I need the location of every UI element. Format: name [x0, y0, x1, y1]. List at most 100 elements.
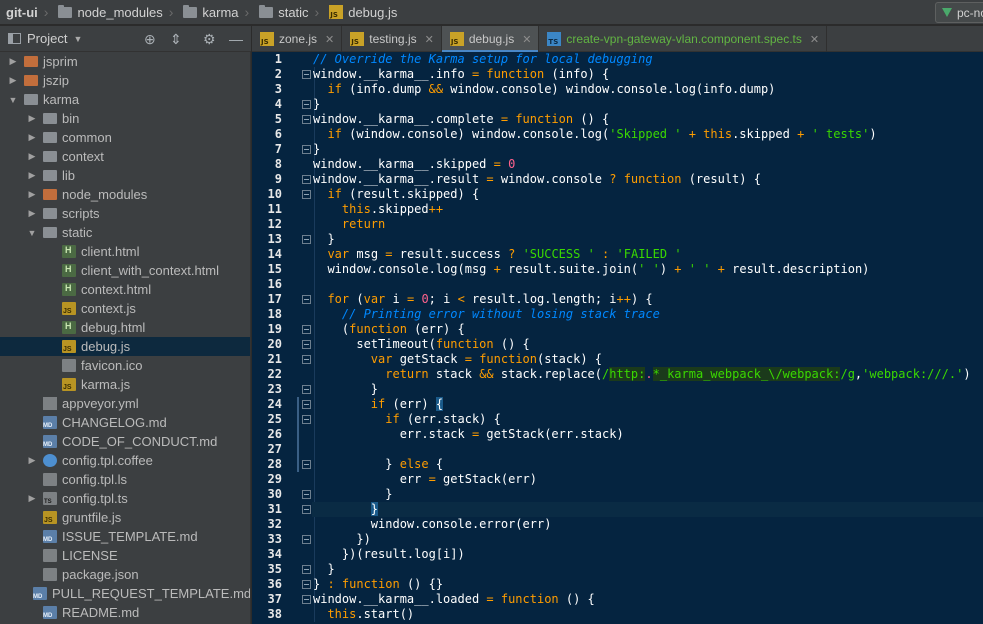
code-line[interactable]: (function (err) { [312, 322, 983, 337]
tree-item[interactable]: LICENSE [0, 546, 250, 565]
tree-item[interactable]: context.js [0, 299, 250, 318]
project-panel-title[interactable]: Project [27, 31, 67, 46]
code-line[interactable]: } : function () {} [312, 577, 983, 592]
tree-item[interactable]: ISSUE_TEMPLATE.md [0, 527, 250, 546]
fold-icon[interactable] [302, 385, 311, 394]
tree-item[interactable]: gruntfile.js [0, 508, 250, 527]
code-line[interactable]: })(result.log[i]) [312, 547, 983, 562]
fold-icon[interactable] [302, 325, 311, 334]
expand-right-icon[interactable]: ▶ [27, 132, 37, 143]
code-editor[interactable]: 1 2 3 4 5 6 7 8 9 10 11 12 13 14 15 16 17 18 19 20 21 22 23 24 2… [252, 52, 983, 624]
tree-item[interactable]: CODE_OF_CONDUCT.md [0, 432, 250, 451]
fold-icon[interactable] [302, 460, 311, 469]
tree-item[interactable]: ▶ lib [0, 166, 250, 185]
tree-item[interactable]: client.html [0, 242, 250, 261]
close-icon[interactable]: ✕ [425, 33, 434, 46]
code-line[interactable]: setTimeout(function () { [312, 337, 983, 352]
code-line[interactable]: } else { [312, 457, 983, 472]
fold-icon[interactable] [302, 190, 311, 199]
fold-icon[interactable] [302, 70, 311, 79]
code-line[interactable]: } [312, 232, 983, 247]
code-line[interactable]: // Override the Karma setup for local de… [312, 52, 983, 67]
code-line[interactable]: for (var i = 0; i < result.log.length; i… [312, 292, 983, 307]
code-line[interactable] [312, 442, 983, 457]
code-line[interactable]: window.console.log(msg + result.suite.jo… [312, 262, 983, 277]
close-icon[interactable]: ✕ [810, 33, 819, 46]
fold-icon[interactable] [302, 100, 311, 109]
code-line[interactable]: } [312, 502, 983, 517]
fold-icon[interactable] [302, 505, 311, 514]
code-line[interactable]: } [312, 562, 983, 577]
breadcrumb-item[interactable]: node_modules › [52, 0, 177, 25]
run-config-selector[interactable]: pc-node-e [935, 2, 983, 23]
tree-item[interactable]: debug.js [0, 337, 250, 356]
code-line[interactable]: var getStack = function(stack) { [312, 352, 983, 367]
editor-tab[interactable]: create-vpn-gateway-vlan.component.spec.t… [539, 26, 828, 52]
collapse-all-icon[interactable]: ⇕ [170, 31, 182, 47]
fold-icon[interactable] [302, 580, 311, 589]
fold-icon[interactable] [302, 145, 311, 154]
gear-icon[interactable]: ⚙ [203, 31, 216, 47]
locate-file-icon[interactable]: ⊕ [144, 31, 156, 47]
tree-item[interactable]: ▶ config.tpl.coffee [0, 451, 250, 470]
code-line[interactable]: this.start() [312, 607, 983, 622]
code-line[interactable]: window.__karma__.complete = function () … [312, 112, 983, 127]
tree-item[interactable]: ▶ config.tpl.ts [0, 489, 250, 508]
code-line[interactable]: } [312, 382, 983, 397]
code-line[interactable]: this.skipped++ [312, 202, 983, 217]
tree-item[interactable]: client_with_context.html [0, 261, 250, 280]
code-line[interactable]: window.__karma__.loaded = function () { [312, 592, 983, 607]
code-line[interactable]: window.__karma__.skipped = 0 [312, 157, 983, 172]
tree-item[interactable]: ▶ jsprim [0, 52, 250, 71]
code-line[interactable]: if (err.stack) { [312, 412, 983, 427]
expand-right-icon[interactable]: ▶ [27, 151, 37, 162]
fold-icon[interactable] [302, 595, 311, 604]
close-icon[interactable]: ✕ [522, 33, 531, 46]
breadcrumb-item[interactable]: debug.js [323, 0, 401, 25]
chevron-down-icon[interactable]: ▼ [73, 34, 82, 44]
fold-icon[interactable] [302, 490, 311, 499]
breadcrumb-item[interactable]: karma › [177, 0, 253, 25]
tree-item[interactable]: config.tpl.ls [0, 470, 250, 489]
tree-item[interactable]: ▶ bin [0, 109, 250, 128]
code-line[interactable]: err.stack = getStack(err.stack) [312, 427, 983, 442]
tree-item[interactable]: package.json [0, 565, 250, 584]
code-line[interactable]: if (result.skipped) { [312, 187, 983, 202]
tree-item[interactable]: ▶ scripts [0, 204, 250, 223]
tree-item[interactable]: ▼ karma [0, 90, 250, 109]
expand-right-icon[interactable]: ▶ [27, 208, 37, 219]
code-line[interactable] [312, 277, 983, 292]
code-line[interactable]: } [312, 97, 983, 112]
close-icon[interactable]: ✕ [325, 33, 334, 46]
tree-item[interactable]: debug.html [0, 318, 250, 337]
tree-item[interactable]: CHANGELOG.md [0, 413, 250, 432]
tree-item[interactable]: context.html [0, 280, 250, 299]
fold-icon[interactable] [302, 400, 311, 409]
fold-icon[interactable] [302, 565, 311, 574]
expand-right-icon[interactable]: ▶ [27, 170, 37, 181]
fold-icon[interactable] [302, 415, 311, 424]
tree-item[interactable]: ▶ node_modules [0, 185, 250, 204]
editor-tab[interactable]: testing.js ✕ [342, 26, 442, 52]
tree-item[interactable]: README.md [0, 603, 250, 622]
tree-item[interactable]: ▶ context [0, 147, 250, 166]
fold-icon[interactable] [302, 355, 311, 364]
fold-icon[interactable] [302, 535, 311, 544]
breadcrumb-item[interactable]: static › [253, 0, 323, 25]
tree-item[interactable]: ▼ static [0, 223, 250, 242]
code-line[interactable]: var msg = result.success ? 'SUCCESS ' : … [312, 247, 983, 262]
code-line[interactable]: // Printing error without losing stack t… [312, 307, 983, 322]
expand-down-icon[interactable]: ▼ [27, 228, 37, 238]
fold-icon[interactable] [302, 340, 311, 349]
expand-right-icon[interactable]: ▶ [27, 493, 37, 504]
breadcrumb-item[interactable]: git-ui › [0, 0, 52, 25]
tree-item[interactable]: favicon.ico [0, 356, 250, 375]
fold-icon[interactable] [302, 235, 311, 244]
minimize-icon[interactable]: — [229, 31, 243, 47]
tree-item[interactable]: ▶ common [0, 128, 250, 147]
editor-tab[interactable]: zone.js ✕ [252, 26, 343, 52]
code-line[interactable]: return stack && stack.replace(/http:.*_k… [312, 367, 983, 382]
code-line[interactable]: if (err) { [312, 397, 983, 412]
code-line[interactable]: if (info.dump && window.console) window.… [312, 82, 983, 97]
tree-item[interactable]: karma.js [0, 375, 250, 394]
